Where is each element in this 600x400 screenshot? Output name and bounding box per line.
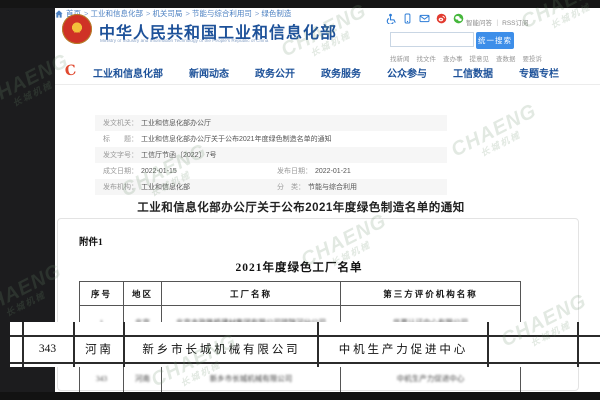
meta-row-doc-number: 发文字号： 工信厅节函〔2022〕7号 [95, 147, 447, 163]
header-factory: 工厂名称 [162, 282, 341, 306]
header-region: 地区 [124, 282, 162, 306]
cell-region: 河南 [124, 363, 162, 395]
meta-label: 成文日期： [103, 166, 138, 176]
crumb-green-manufacturing[interactable]: 绿色制造 [255, 8, 291, 19]
meta-label: 标 题： [103, 134, 138, 144]
meta-value: 工业和信息化部办公厅关于公布2021年度绿色制造名单的通知 [141, 134, 332, 144]
weibo-icon[interactable] [436, 13, 447, 24]
smart-qa-link[interactable]: 智能问答 [466, 20, 492, 27]
meta-value: 工信厅节函〔2022〕7号 [141, 150, 216, 160]
accessibility-icon[interactable] [385, 13, 396, 24]
meta-row-issuing-office: 发文机关： 工业和信息化部办公厅 [95, 115, 447, 131]
screenshot-stage: ★ 中华人民共和国工业和信息化部 Ministry of Industry an… [0, 0, 600, 400]
nav-item-news[interactable]: 新闻动态 [189, 65, 229, 80]
meta-row-title: 标 题： 工业和信息化部办公厅关于公布2021年度绿色制造名单的通知 [95, 131, 447, 147]
nav-item-gov-service[interactable]: 政务服务 [321, 65, 361, 80]
callout-region: 河 南 [73, 335, 123, 362]
top-black-bar [0, 0, 600, 8]
meta-label: 发布机构： [103, 182, 138, 192]
topbar-links: 智能问答 ｜ RSS订阅 [466, 17, 529, 27]
callout-border [577, 322, 579, 367]
callout-bottom-border [10, 362, 600, 364]
crumb-departments[interactable]: 机关司局 [146, 8, 182, 19]
mobile-icon[interactable] [402, 13, 413, 24]
nav-item-gov-open[interactable]: 政务公开 [255, 65, 295, 80]
mail-icon[interactable] [419, 13, 430, 24]
nav-item-data[interactable]: 工信数据 [453, 65, 493, 80]
magnified-row-343-callout: 343 河 南 新 乡 市 长 城 机 械 有 限 公 司 中 机 生 产 力 … [10, 322, 600, 367]
site-title-english: Ministry of Industry and Information Tec… [100, 39, 268, 44]
meta-value: 2022-01-15 [141, 168, 177, 175]
home-icon [55, 10, 63, 18]
meta-value: 节能与综合利用 [308, 182, 357, 192]
rss-link[interactable]: RSS订阅 [502, 20, 528, 27]
meta-value: 2022-01-21 [315, 168, 351, 175]
table-header-row: 序号 地区 工厂名称 第三方评价机构名称 [80, 282, 521, 306]
crumb-energy-dept[interactable]: 节能与综合利用司 [185, 8, 251, 19]
nav-item-miit[interactable]: 工业和信息化部 [93, 65, 163, 80]
attachment-label: 附件1 [79, 234, 103, 248]
document-title: 工业和信息化部办公厅关于公布2021年度绿色制造名单的通知 [55, 199, 547, 215]
meta-value: 工业和信息化部办公厅 [141, 118, 211, 128]
meta-label: 发文机关： [103, 118, 138, 128]
meta-row-publisher: 发布机构： 工业和信息化部 分 类： 节能与综合利用 [95, 179, 447, 195]
table-row: 343 河南 新乡市长城机械有限公司 中机生产力促进中心 [79, 363, 521, 395]
nav-home-icon[interactable]: C [64, 62, 77, 79]
document-meta-panel: 发文机关： 工业和信息化部办公厅 标 题： 工业和信息化部办公厅关于公布2021… [95, 115, 447, 195]
header-seq: 序号 [80, 282, 124, 306]
wechat-icon[interactable] [453, 13, 464, 24]
national-emblem-logo: ★ [62, 14, 92, 44]
meta-label: 发文字号： [103, 150, 138, 160]
search-button[interactable]: 统一搜索 [476, 32, 514, 49]
bottom-black-bar [0, 392, 600, 400]
crumb-miit[interactable]: 工业和信息化部 [84, 8, 143, 19]
cell-seq: 343 [80, 363, 124, 395]
nav-item-participation[interactable]: 公众参与 [387, 65, 427, 80]
meta-value: 工业和信息化部 [141, 182, 190, 192]
header-agency: 第三方评价机构名称 [341, 282, 521, 306]
search-input[interactable] [390, 32, 474, 47]
nav-item-special[interactable]: 专题专栏 [519, 65, 559, 80]
cell-factory: 新乡市长城机械有限公司 [162, 363, 341, 395]
meta-label: 分 类： [277, 182, 305, 192]
callout-seq: 343 [22, 335, 73, 362]
callout-border [487, 322, 489, 367]
emblem-star-icon: ★ [72, 23, 83, 35]
green-factory-table-title: 2021年度绿色工厂名单 [79, 259, 519, 275]
main-nav-items: 工业和信息化部 新闻动态 政务公开 政务服务 公众参与 工信数据 专题专栏 [93, 65, 559, 80]
meta-row-dates: 成文日期： 2022-01-15 发布日期： 2022-01-21 [95, 163, 447, 179]
cell-agency: 中机生产力促进中心 [341, 363, 521, 395]
header-tool-icons [385, 13, 464, 24]
callout-agency-name: 中 机 生 产 力 促 进 中 心 [317, 335, 487, 362]
meta-label: 发布日期： [277, 166, 312, 176]
callout-factory-name: 新 乡 市 长 城 机 械 有 限 公 司 [123, 335, 317, 362]
topbar-divider: ｜ [494, 20, 501, 27]
